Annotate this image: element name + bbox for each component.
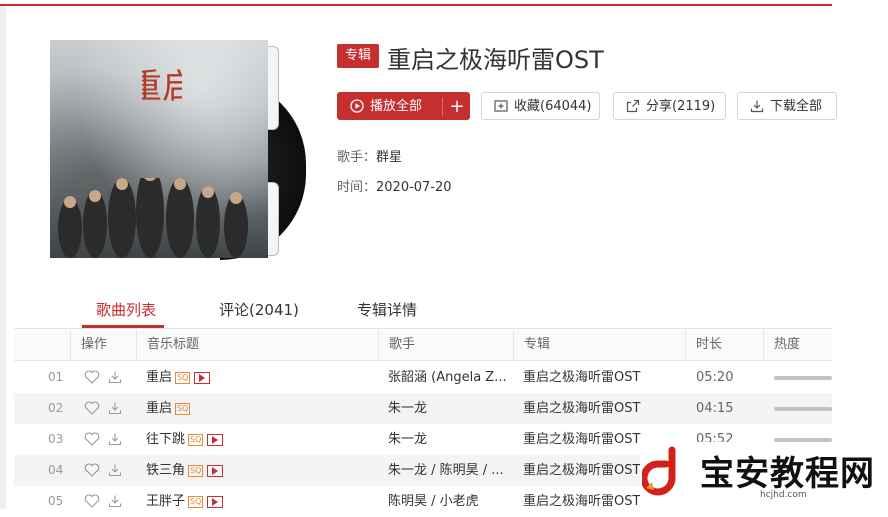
song-title-cell: 铁三角 SQ	[146, 455, 376, 486]
collect-label: 收藏(64044)	[514, 99, 592, 114]
artist-label: 歌手：	[337, 150, 377, 165]
song-title[interactable]: 重启	[146, 401, 172, 416]
download-icon[interactable]	[108, 432, 122, 446]
watermark-url: hcjhd.com	[760, 490, 807, 500]
song-title-cell: 重启 SQ	[146, 393, 376, 424]
heart-icon[interactable]	[84, 463, 100, 477]
artist-row: 歌手：群星	[337, 146, 402, 165]
heart-icon[interactable]	[84, 494, 100, 508]
table-row[interactable]: 02 重启 SQ 朱一龙 重启之极海听雷OST 04:15	[14, 393, 832, 424]
album-title: 重启之极海听雷OST	[387, 46, 604, 74]
song-duration: 04:15	[696, 401, 734, 416]
heat-bar	[774, 376, 832, 380]
mv-icon[interactable]	[207, 464, 224, 477]
track-number: 05	[48, 494, 64, 508]
tab-song-list[interactable]: 歌曲列表	[96, 299, 156, 320]
sq-badge: SQ	[188, 433, 204, 446]
download-icon[interactable]	[108, 463, 122, 477]
tab-comments[interactable]: 评论(2041)	[219, 299, 299, 320]
release-date: 2020-07-20	[376, 180, 452, 195]
mv-icon[interactable]	[194, 371, 211, 384]
song-title-cell: 王胖子 SQ	[146, 486, 376, 517]
song-album[interactable]: 重启之极海听雷OST	[523, 362, 683, 393]
play-circle-icon	[350, 99, 364, 113]
song-artist[interactable]: 朱一龙	[388, 393, 506, 424]
add-folder-icon	[494, 100, 508, 112]
sq-badge: SQ	[175, 371, 191, 384]
album-badge: 专辑	[337, 44, 379, 68]
disc-edge-top	[268, 46, 279, 130]
share-label: 分享(2119)	[646, 99, 716, 114]
track-number: 02	[48, 401, 64, 415]
disc-edge-bottom	[268, 182, 279, 256]
table-header: 操作 音乐标题 歌手 专辑 时长 热度	[14, 330, 832, 361]
play-button-divider	[442, 98, 443, 116]
col-op: 操作	[70, 330, 136, 360]
left-scroll-gutter	[0, 6, 6, 509]
song-artist[interactable]: 朱一龙	[388, 424, 506, 455]
play-all-label: 播放全部	[370, 99, 423, 114]
col-artist[interactable]: 歌手	[378, 330, 513, 360]
song-title-cell: 重启 SQ	[146, 362, 376, 393]
tabs-divider	[14, 328, 832, 329]
heart-icon[interactable]	[84, 432, 100, 446]
cover-figures	[58, 178, 248, 258]
download-icon[interactable]	[108, 494, 122, 508]
col-album[interactable]: 专辑	[513, 330, 685, 360]
date-label: 时间：	[337, 180, 377, 195]
svg-text:重启: 重启	[142, 67, 182, 107]
watermark-text: 宝安教程网	[700, 454, 875, 494]
mv-icon[interactable]	[207, 433, 224, 446]
artist-link[interactable]: 群星	[376, 150, 402, 165]
cover-title-art: 重启	[142, 67, 182, 107]
sq-badge: SQ	[188, 464, 204, 477]
col-title[interactable]: 音乐标题	[136, 330, 378, 360]
sq-badge: SQ	[188, 495, 204, 508]
song-artist[interactable]: 陈明昊 / 小老虎	[388, 486, 506, 517]
col-heat[interactable]: 热度	[763, 330, 832, 360]
download-all-button[interactable]: 下载全部	[737, 92, 837, 120]
heat-bar	[774, 407, 832, 411]
share-button[interactable]: 分享(2119)	[613, 92, 726, 120]
sq-badge: SQ	[175, 402, 191, 415]
top-accent-line	[0, 4, 832, 6]
share-icon	[626, 99, 640, 113]
download-icon[interactable]	[108, 401, 122, 415]
play-all-button[interactable]: 播放全部 +	[337, 92, 470, 120]
watermark-logo	[642, 446, 676, 496]
add-to-playlist-button[interactable]: +	[446, 93, 468, 121]
download-all-label: 下载全部	[770, 99, 823, 114]
heart-icon[interactable]	[84, 370, 100, 384]
song-title[interactable]: 王胖子	[146, 494, 185, 509]
song-title[interactable]: 重启	[146, 370, 172, 385]
song-title-cell: 往下跳 SQ	[146, 424, 376, 455]
song-title[interactable]: 往下跳	[146, 432, 185, 447]
album-cover: 重启	[50, 40, 268, 258]
song-duration: 05:20	[696, 370, 734, 385]
download-icon[interactable]	[108, 370, 122, 384]
collect-button[interactable]: 收藏(64044)	[481, 92, 600, 120]
download-icon	[750, 100, 764, 113]
tab-album-details[interactable]: 专辑详情	[357, 299, 417, 320]
track-number: 01	[48, 370, 64, 384]
track-number: 03	[48, 432, 64, 446]
heart-icon[interactable]	[84, 401, 100, 415]
song-album[interactable]: 重启之极海听雷OST	[523, 393, 683, 424]
song-artist[interactable]: 朱一龙 / 陈明昊 / ...	[388, 455, 506, 486]
track-number: 04	[48, 463, 64, 477]
song-artist[interactable]: 张韶涵 (Angela Z...	[388, 362, 506, 393]
song-title[interactable]: 铁三角	[146, 463, 185, 478]
mv-icon[interactable]	[207, 495, 224, 508]
col-duration[interactable]: 时长	[685, 330, 763, 360]
table-row[interactable]: 01 重启 SQ 张韶涵 (Angela Z... 重启之极海听雷OST 05:20	[14, 362, 832, 393]
date-row: 时间：2020-07-20	[337, 176, 452, 195]
